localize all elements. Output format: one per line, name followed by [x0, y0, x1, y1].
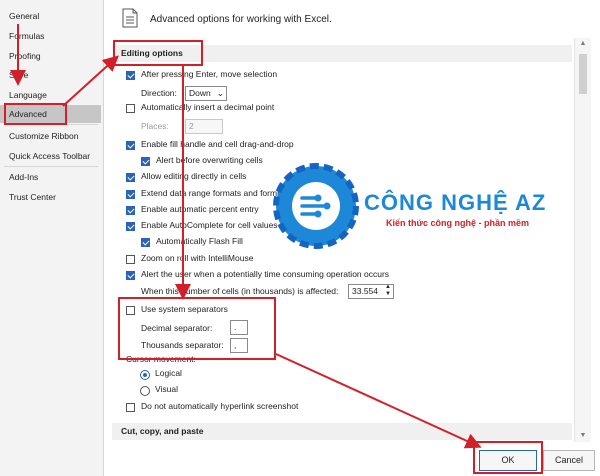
fill-handle-checkbox[interactable]	[126, 141, 135, 150]
direction-select[interactable]: Down ⌄	[185, 86, 227, 101]
nav-item-language[interactable]: Language	[0, 86, 101, 104]
extend-formats-checkbox[interactable]	[126, 190, 135, 199]
spinner-arrows-icon: ▲ ▼	[385, 284, 391, 297]
auto-decimal-label: Automatically insert a decimal point	[141, 102, 275, 112]
nav-item-proofing[interactable]: Proofing	[0, 47, 101, 65]
allow-editing-label: Allow editing directly in cells	[141, 171, 247, 181]
options-nav: General Formulas Proofing Save Language …	[0, 0, 104, 476]
direction-value: Down	[189, 88, 211, 98]
places-label: Places:	[141, 121, 169, 131]
page-title: Advanced options for working with Excel.	[150, 14, 332, 25]
no-hyperlink-checkbox[interactable]	[126, 403, 135, 412]
alert-overwrite-checkbox[interactable]	[141, 157, 150, 166]
extend-formats-label: Extend data range formats and formulas	[141, 188, 293, 198]
scrollbar-thumb[interactable]	[579, 54, 587, 94]
autocomplete-label: Enable AutoComplete for cell values	[141, 220, 278, 230]
auto-decimal-checkbox[interactable]	[126, 104, 135, 113]
nav-item-customize-ribbon[interactable]: Customize Ribbon	[0, 127, 101, 145]
nav-item-save[interactable]: Save	[0, 66, 101, 84]
after-enter-label: After pressing Enter, move selection	[141, 69, 278, 79]
cancel-button[interactable]: Cancel	[543, 450, 595, 471]
alert-time-checkbox[interactable]	[126, 271, 135, 280]
options-page-icon	[122, 8, 138, 28]
annotation-box-ok	[473, 441, 543, 474]
chevron-down-icon: ⌄	[216, 88, 224, 98]
scroll-up-icon[interactable]: ▲	[575, 38, 591, 50]
after-enter-checkbox[interactable]	[126, 71, 135, 80]
logical-label: Logical	[155, 368, 182, 378]
auto-percent-label: Enable automatic percent entry	[141, 204, 259, 214]
logo-tagline: Kiến thức công nghệ - phần mềm	[386, 218, 530, 228]
visual-label: Visual	[155, 384, 178, 394]
annotation-box-advanced	[4, 103, 67, 125]
visual-radio[interactable]	[140, 386, 150, 396]
no-hyperlink-label: Do not automatically hyperlink screensho…	[141, 401, 299, 411]
annotation-box-separators	[118, 297, 276, 360]
cells-affected-label: When this number of cells (in thousands)…	[141, 286, 339, 296]
nav-item-add-ins[interactable]: Add-Ins	[0, 168, 101, 186]
alert-time-label: Alert the user when a potentially time c…	[141, 269, 390, 279]
allow-editing-checkbox[interactable]	[126, 173, 135, 182]
nav-item-formulas[interactable]: Formulas	[0, 27, 101, 45]
scroll-down-icon[interactable]: ▼	[575, 430, 591, 442]
nav-item-general[interactable]: General	[0, 7, 101, 25]
cells-affected-value: 33.554	[352, 286, 378, 296]
nav-item-trust-center[interactable]: Trust Center	[0, 188, 101, 206]
autocomplete-checkbox[interactable]	[126, 222, 135, 231]
flash-fill-label: Automatically Flash Fill	[156, 236, 243, 246]
nav-divider	[4, 166, 98, 167]
zoom-roll-checkbox[interactable]	[126, 255, 135, 264]
places-spinner[interactable]: 2	[185, 119, 223, 134]
direction-label: Direction:	[141, 88, 177, 98]
cong-nghe-az-logo-icon	[273, 163, 359, 249]
logical-radio[interactable]	[140, 370, 150, 380]
annotation-box-editing	[113, 40, 203, 66]
logo-brand: CÔNG NGHỆ AZ	[364, 190, 547, 215]
cells-affected-spinner[interactable]: 33.554 ▲ ▼	[348, 284, 394, 299]
zoom-roll-label: Zoom on roll with IntelliMouse	[141, 253, 254, 263]
nav-item-quick-access-toolbar[interactable]: Quick Access Toolbar	[0, 147, 101, 165]
section-cut-copy-paste: Cut, copy, and paste	[112, 423, 572, 440]
options-scrollbar[interactable]: ▲ ▼	[574, 38, 591, 442]
auto-percent-checkbox[interactable]	[126, 206, 135, 215]
alert-overwrite-label: Alert before overwriting cells	[156, 155, 263, 165]
flash-fill-checkbox[interactable]	[141, 238, 150, 247]
fill-handle-label: Enable fill handle and cell drag-and-dro…	[141, 139, 294, 149]
places-value: 2	[189, 121, 194, 131]
